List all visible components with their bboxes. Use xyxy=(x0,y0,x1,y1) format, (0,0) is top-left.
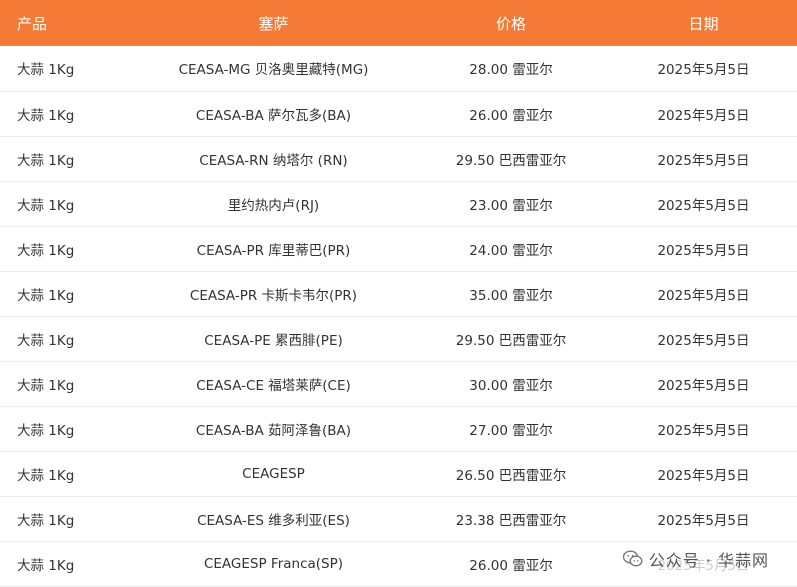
cell-date: 2025年5月5日 xyxy=(610,271,797,317)
watermark: 公众号 · 华蒜网 xyxy=(616,545,775,573)
cell-market: CEASA-MG 贝洛奥里藏特(MG) xyxy=(135,46,412,92)
cell-product: 大蒜 1Kg xyxy=(0,181,135,227)
table-body: 大蒜 1Kg CEASA-MG 贝洛奥里藏特(MG) 28.00 雷亚尔 202… xyxy=(0,46,797,587)
cell-date: 2025年5月5日 xyxy=(610,451,797,497)
cell-price: 23.38 巴西雷亚尔 xyxy=(412,496,610,542)
cell-market: CEASA-PR 卡斯卡韦尔(PR) xyxy=(135,271,412,317)
cell-product: 大蒜 1Kg xyxy=(0,541,135,587)
cell-product: 大蒜 1Kg xyxy=(0,226,135,272)
cell-date: 2025年5月5日 xyxy=(610,46,797,92)
table-row: 大蒜 1Kg CEASA-CE 福塔莱萨(CE) 30.00 雷亚尔 2025年… xyxy=(0,361,797,407)
table-row: 大蒜 1Kg CEASA-RN 纳塔尔 (RN) 29.50 巴西雷亚尔 202… xyxy=(0,136,797,182)
cell-date: 2025年5月5日 xyxy=(610,406,797,452)
header-market: 塞萨 xyxy=(258,14,289,33)
cell-product: 大蒜 1Kg xyxy=(0,136,135,182)
cell-product: 大蒜 1Kg xyxy=(0,451,135,497)
cell-date: 2025年5月5日 xyxy=(610,361,797,407)
cell-market: CEASA-PR 库里蒂巴(PR) xyxy=(135,226,412,272)
cell-market: CEASA-CE 福塔莱萨(CE) xyxy=(135,361,412,407)
table-row: 大蒜 1Kg CEASA-ES 维多利亚(ES) 23.38 巴西雷亚尔 202… xyxy=(0,496,797,542)
cell-price: 27.00 雷亚尔 xyxy=(412,406,610,452)
garlic-price-table: 产品 塞萨 价格 日期 大蒜 1Kg CEASA-MG 贝洛奥里藏特(MG) 2… xyxy=(0,0,797,587)
cell-date: 2025年5月5日 xyxy=(610,496,797,542)
cell-market: CEAGESP xyxy=(135,451,412,497)
cell-product: 大蒜 1Kg xyxy=(0,316,135,362)
cell-date: 2025年5月5日 xyxy=(610,316,797,362)
table-row: 大蒜 1Kg CEASA-PE 累西腓(PE) 29.50 巴西雷亚尔 2025… xyxy=(0,316,797,362)
cell-market: CEASA-ES 维多利亚(ES) xyxy=(135,496,412,542)
cell-product: 大蒜 1Kg xyxy=(0,361,135,407)
table-row: 大蒜 1Kg CEASA-BA 萨尔瓦多(BA) 26.00 雷亚尔 2025年… xyxy=(0,91,797,137)
cell-price: 28.00 雷亚尔 xyxy=(412,46,610,92)
cell-market: CEASA-BA 萨尔瓦多(BA) xyxy=(135,91,412,137)
cell-price: 23.00 雷亚尔 xyxy=(412,181,610,227)
cell-date: 2025年5月5日 xyxy=(610,226,797,272)
table-row: 大蒜 1Kg CEASA-MG 贝洛奥里藏特(MG) 28.00 雷亚尔 202… xyxy=(0,46,797,92)
cell-price: 29.50 巴西雷亚尔 xyxy=(412,136,610,182)
header-date: 日期 xyxy=(688,14,719,33)
cell-product: 大蒜 1Kg xyxy=(0,91,135,137)
header-product: 产品 xyxy=(17,14,48,33)
cell-market: CEASA-RN 纳塔尔 (RN) xyxy=(135,136,412,182)
cell-price: 30.00 雷亚尔 xyxy=(412,361,610,407)
table-row: 大蒜 1Kg 里约热内卢(RJ) 23.00 雷亚尔 2025年5月5日 xyxy=(0,181,797,227)
table-header: 产品 塞萨 价格 日期 xyxy=(0,0,797,46)
cell-date: 2025年5月5日 xyxy=(610,136,797,182)
cell-market: 里约热内卢(RJ) xyxy=(135,181,412,227)
cell-market: CEASA-PE 累西腓(PE) xyxy=(135,316,412,362)
cell-market: CEAGESP Franca(SP) xyxy=(135,541,412,587)
cell-price: 26.00 雷亚尔 xyxy=(412,541,610,587)
cell-market: CEASA-BA 茹阿泽鲁(BA) xyxy=(135,406,412,452)
cell-price: 26.00 雷亚尔 xyxy=(412,91,610,137)
header-price: 价格 xyxy=(495,14,526,33)
table-row: 大蒜 1Kg CEAGESP 26.50 巴西雷亚尔 2025年5月5日 xyxy=(0,451,797,497)
table-row: 大蒜 1Kg CEASA-BA 茹阿泽鲁(BA) 27.00 雷亚尔 2025年… xyxy=(0,406,797,452)
cell-price: 35.00 雷亚尔 xyxy=(412,271,610,317)
wechat-icon xyxy=(622,550,643,567)
header-row: 产品 塞萨 价格 日期 xyxy=(0,0,797,46)
watermark-text: 公众号 · 华蒜网 xyxy=(648,551,769,570)
table-row: 大蒜 1Kg CEASA-PR 库里蒂巴(PR) 24.00 雷亚尔 2025年… xyxy=(0,226,797,272)
table-row: 大蒜 1Kg CEASA-PR 卡斯卡韦尔(PR) 35.00 雷亚尔 2025… xyxy=(0,271,797,317)
cell-date: 2025年5月5日 xyxy=(610,181,797,227)
cell-price: 24.00 雷亚尔 xyxy=(412,226,610,272)
cell-product: 大蒜 1Kg xyxy=(0,406,135,452)
cell-price: 29.50 巴西雷亚尔 xyxy=(412,316,610,362)
cell-product: 大蒜 1Kg xyxy=(0,271,135,317)
cell-product: 大蒜 1Kg xyxy=(0,46,135,92)
cell-product: 大蒜 1Kg xyxy=(0,496,135,542)
cell-price: 26.50 巴西雷亚尔 xyxy=(412,451,610,497)
cell-date: 2025年5月5日 xyxy=(610,91,797,137)
